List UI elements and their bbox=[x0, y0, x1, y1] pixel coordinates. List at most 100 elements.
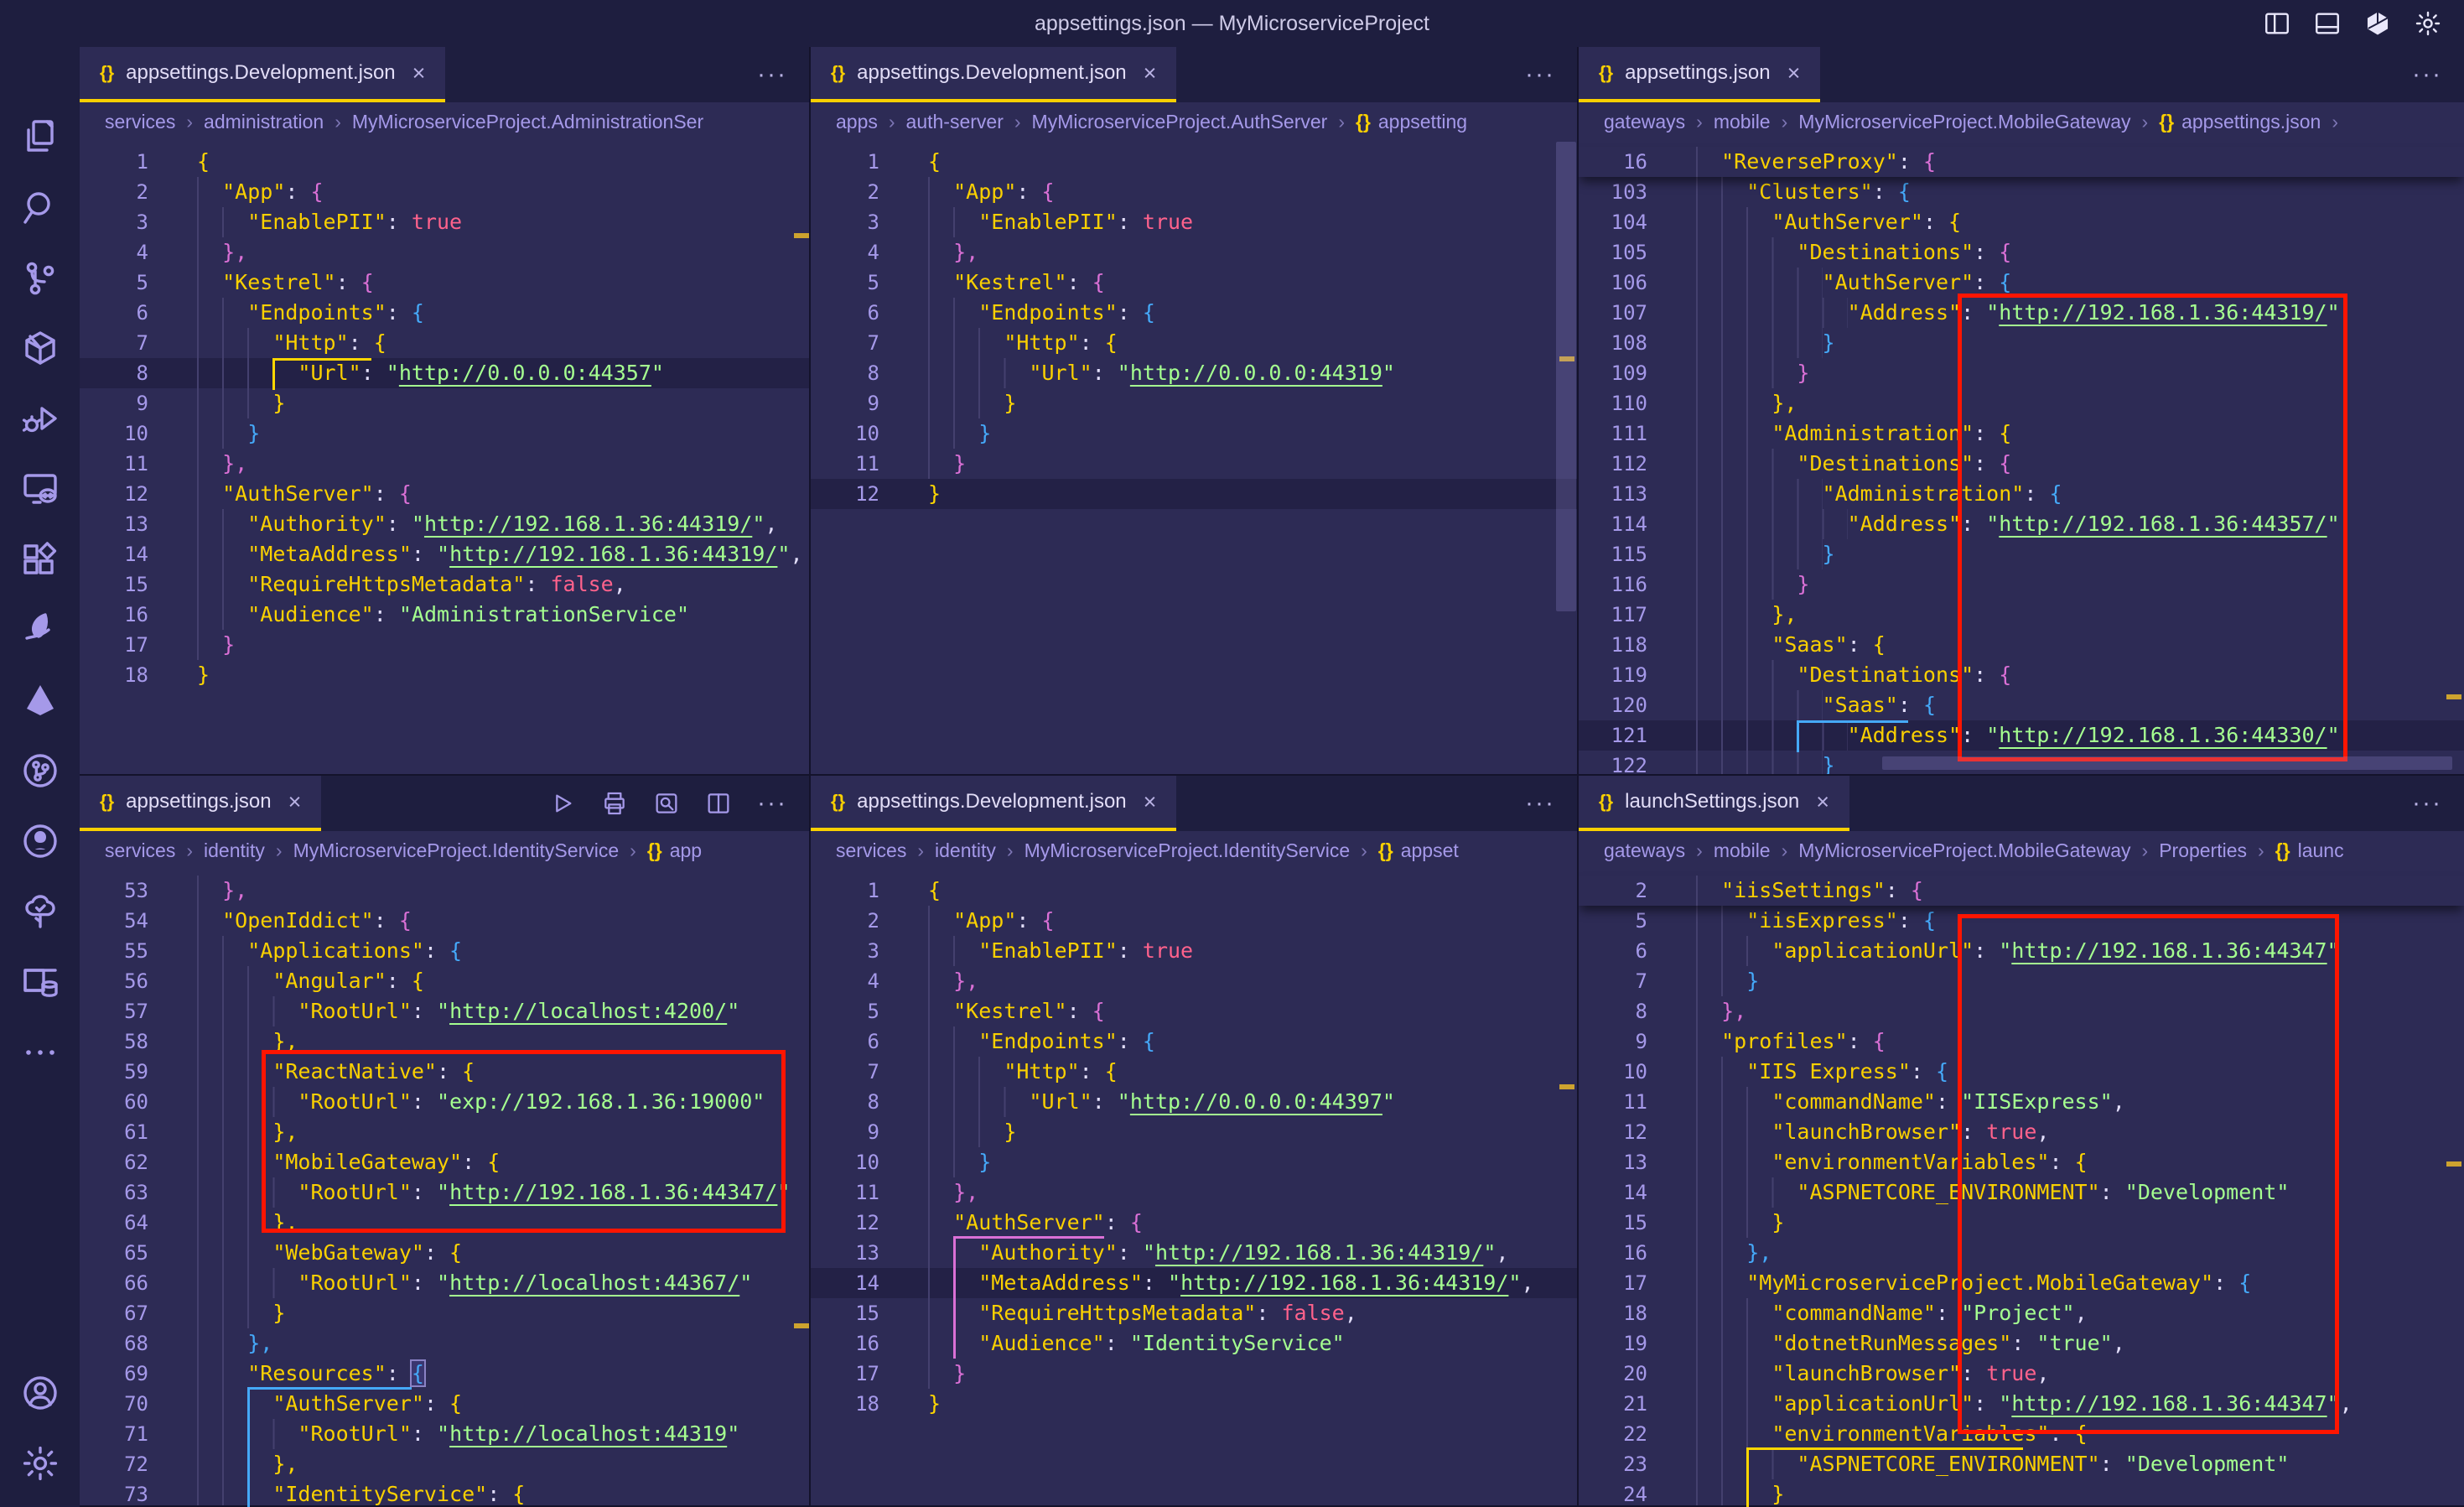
line-number: 12 bbox=[811, 479, 903, 509]
breadcrumb: gateways›mobile›MyMicroserviceProject.Mo… bbox=[1579, 831, 2464, 870]
line-number: 64 bbox=[80, 1208, 172, 1238]
breadcrumb-item[interactable]: {}launc bbox=[2275, 839, 2344, 862]
close-icon[interactable]: × bbox=[407, 60, 426, 86]
line-content: "AuthServer": { bbox=[1671, 268, 2011, 298]
code-editor[interactable]: 53 },54 "OpenIddict": {55 "Applications"… bbox=[80, 870, 809, 1505]
line-number: 63 bbox=[80, 1177, 172, 1208]
line-content: "AuthServer": { bbox=[903, 1208, 1143, 1238]
line-content: "RootUrl": "http://localhost:4200/" bbox=[172, 996, 739, 1026]
activity-git-circle-icon[interactable] bbox=[5, 735, 75, 806]
tab-appsettings.Development.json[interactable]: {}appsettings.Development.json× bbox=[80, 47, 445, 102]
more-actions-icon[interactable]: ··· bbox=[2412, 795, 2442, 812]
breadcrumb-item[interactable]: {}appsettings.json bbox=[2159, 111, 2321, 133]
breadcrumb-item[interactable]: MyMicroserviceProject.MobileGateway bbox=[1798, 839, 2130, 862]
breadcrumb-item[interactable]: MyMicroserviceProject.IdentityService bbox=[293, 839, 620, 862]
code-editor[interactable]: 1{2 "App": {3 "EnablePII": true4 },5 "Ke… bbox=[811, 142, 1577, 774]
tab-launchSettings.json[interactable]: {}launchSettings.json× bbox=[1579, 776, 1849, 831]
activity-package-icon[interactable] bbox=[5, 313, 75, 383]
line-number: 119 bbox=[1579, 660, 1671, 690]
line-number: 57 bbox=[80, 996, 172, 1026]
line-number: 70 bbox=[80, 1389, 172, 1419]
close-icon[interactable]: × bbox=[1811, 789, 1829, 815]
breadcrumb-item[interactable]: MyMicroserviceProject.MobileGateway bbox=[1798, 111, 2130, 133]
breadcrumb-item[interactable]: administration bbox=[204, 111, 324, 133]
activity-database-icon[interactable] bbox=[5, 947, 75, 1017]
breadcrumb-item[interactable]: MyMicroserviceProject.AdministrationSer bbox=[352, 111, 703, 133]
breadcrumb-item[interactable]: MyMicroserviceProject.AuthServer bbox=[1032, 111, 1328, 133]
line-content: }, bbox=[903, 966, 978, 996]
activity-todo-tree-icon[interactable] bbox=[5, 876, 75, 947]
breadcrumb-item[interactable]: identity bbox=[935, 839, 996, 862]
code-editor[interactable]: 1{2 "App": {3 "EnablePII": true4 },5 "Ke… bbox=[80, 142, 809, 774]
close-icon[interactable]: × bbox=[1139, 789, 1157, 815]
more-actions-icon[interactable]: ··· bbox=[757, 795, 787, 812]
more-actions-icon[interactable]: ··· bbox=[1525, 795, 1555, 812]
code-editor[interactable]: 16 "ReverseProxy": {103 "Clusters": {104… bbox=[1579, 142, 2464, 774]
close-icon[interactable]: × bbox=[1139, 60, 1157, 86]
gear-icon[interactable] bbox=[2414, 9, 2442, 38]
activity-rocket-icon[interactable] bbox=[5, 595, 75, 665]
breadcrumb-item[interactable]: gateways bbox=[1604, 839, 1685, 862]
code-line: 9 "profiles": { bbox=[1579, 1026, 2464, 1057]
line-number: 11 bbox=[80, 449, 172, 479]
close-icon[interactable]: × bbox=[1782, 60, 1801, 86]
breadcrumb-item[interactable]: services bbox=[105, 839, 175, 862]
search-icon[interactable] bbox=[653, 790, 680, 817]
tab-appsettings.json[interactable]: {}appsettings.json× bbox=[1579, 47, 1820, 102]
breadcrumb-item[interactable]: mobile bbox=[1714, 111, 1771, 133]
print-icon[interactable] bbox=[601, 790, 628, 817]
breadcrumb-item[interactable]: gateways bbox=[1604, 111, 1685, 133]
activity-github-icon[interactable] bbox=[5, 806, 75, 876]
line-content: "commandName": "Project", bbox=[1671, 1298, 2088, 1328]
activity-run-debug-icon[interactable] bbox=[5, 383, 75, 454]
breadcrumb-item[interactable]: services bbox=[105, 111, 175, 133]
breadcrumb-item[interactable]: auth-server bbox=[906, 111, 1004, 133]
sticky-scroll-line: 2 "iisSettings": { bbox=[1579, 876, 2464, 906]
line-number: 8 bbox=[811, 358, 903, 388]
breadcrumb-item[interactable]: identity bbox=[204, 839, 265, 862]
activity-remote-explorer-icon[interactable] bbox=[5, 454, 75, 524]
run-icon[interactable] bbox=[549, 790, 576, 817]
line-content: "Applications": { bbox=[172, 936, 462, 966]
layout-columns-icon[interactable] bbox=[2263, 9, 2291, 38]
more-actions-icon[interactable]: ··· bbox=[757, 66, 787, 83]
tab-appsettings.Development.json[interactable]: {}appsettings.Development.json× bbox=[811, 776, 1176, 831]
tab-appsettings.Development.json[interactable]: {}appsettings.Development.json× bbox=[811, 47, 1176, 102]
close-icon[interactable]: × bbox=[283, 789, 302, 815]
breadcrumb-item[interactable]: mobile bbox=[1714, 839, 1771, 862]
breadcrumb-item[interactable]: services bbox=[836, 839, 906, 862]
tab-label: appsettings.Development.json bbox=[126, 61, 396, 85]
split-editor-icon[interactable] bbox=[705, 790, 732, 817]
more-actions-icon[interactable]: ··· bbox=[1525, 66, 1555, 83]
breadcrumb-item[interactable]: {}appsetting bbox=[1356, 111, 1467, 133]
activity-files-icon[interactable] bbox=[5, 101, 75, 172]
activity-account-icon[interactable] bbox=[5, 1358, 75, 1428]
breadcrumb-item[interactable]: Properties bbox=[2159, 839, 2247, 862]
activity-settings-gear-icon[interactable] bbox=[5, 1428, 75, 1499]
breadcrumb-item[interactable]: apps bbox=[836, 111, 878, 133]
layout-panel-icon[interactable] bbox=[2313, 9, 2342, 38]
activity-extensions-icon[interactable] bbox=[5, 524, 75, 595]
line-content: "Kestrel": { bbox=[903, 268, 1105, 298]
code-editor[interactable]: 2 "iisSettings": {5 "iisExpress": {6 "ap… bbox=[1579, 870, 2464, 1505]
code-line: 60 "RootUrl": "exp://192.168.1.36:19000" bbox=[80, 1087, 809, 1117]
activity-triangle-logo-icon[interactable] bbox=[5, 665, 75, 735]
line-content: "Http": { bbox=[172, 328, 386, 358]
more-actions-icon[interactable]: ··· bbox=[2412, 66, 2442, 83]
code-line: 120 "Saas": { bbox=[1579, 690, 2464, 720]
activity-source-control-icon[interactable] bbox=[5, 242, 75, 313]
breadcrumb-item[interactable]: {}app bbox=[647, 839, 702, 862]
line-number: 9 bbox=[80, 388, 172, 418]
breadcrumb-item[interactable]: {}appset bbox=[1378, 839, 1459, 862]
box-icon[interactable] bbox=[2363, 9, 2392, 38]
activity-search-icon[interactable] bbox=[5, 172, 75, 242]
chevron-right-icon: › bbox=[175, 111, 204, 133]
breadcrumb-item[interactable]: MyMicroserviceProject.IdentityService bbox=[1025, 839, 1351, 862]
line-number: 67 bbox=[80, 1298, 172, 1328]
tab-appsettings.json[interactable]: {}appsettings.json× bbox=[80, 776, 321, 831]
code-editor[interactable]: 1{2 "App": {3 "EnablePII": true4 },5 "Ke… bbox=[811, 870, 1577, 1505]
code-line: 6 "applicationUrl": "http://192.168.1.36… bbox=[1579, 936, 2464, 966]
line-content: "RootUrl": "http://localhost:44319" bbox=[172, 1419, 739, 1449]
code-line: 15 "RequireHttpsMetadata": false, bbox=[80, 569, 809, 600]
activity-more-icon[interactable] bbox=[5, 1017, 75, 1088]
